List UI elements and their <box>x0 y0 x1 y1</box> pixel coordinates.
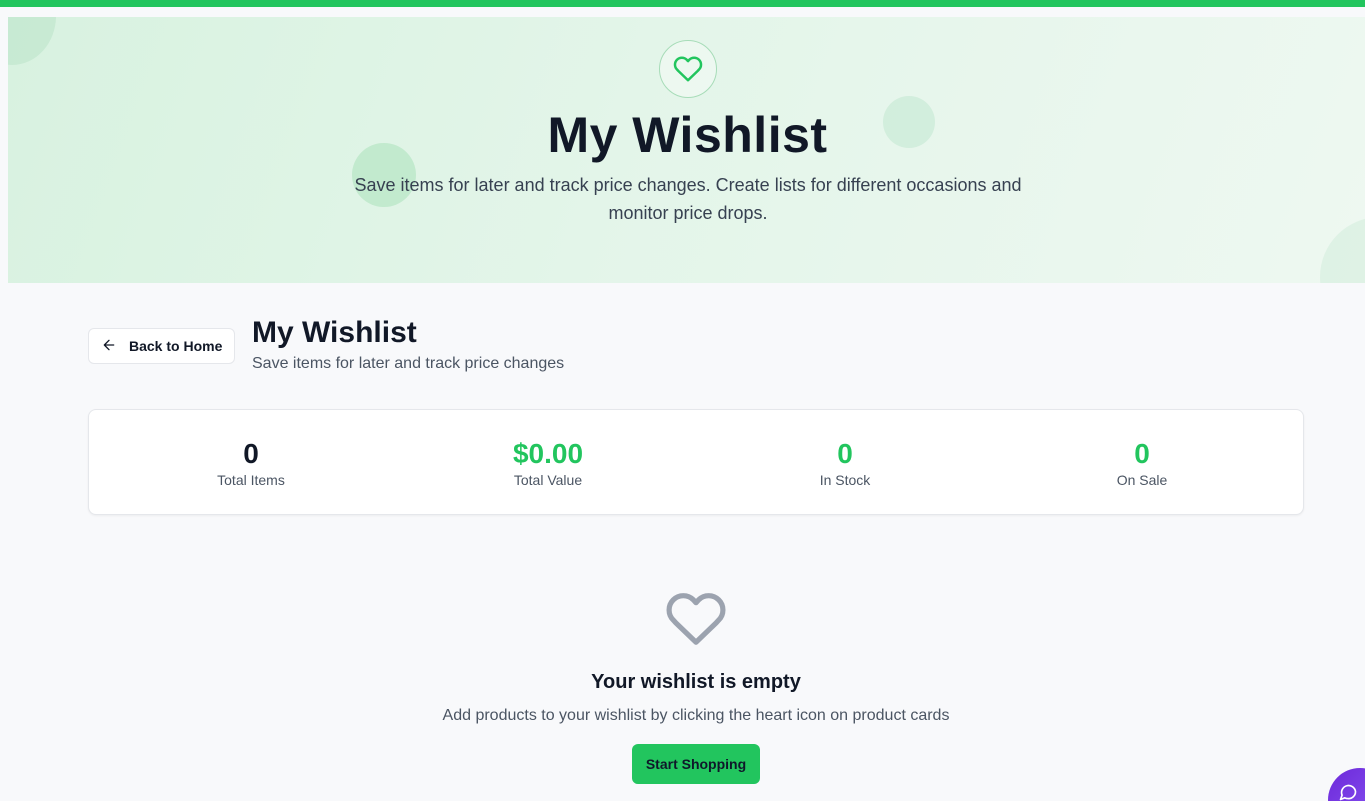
back-to-home-button[interactable]: Back to Home <box>88 328 235 364</box>
stat-value: 0 <box>243 438 259 469</box>
back-to-home-label: Back to Home <box>129 338 223 354</box>
page-title: My Wishlist <box>252 316 417 349</box>
page-subtitle: Save items for later and track price cha… <box>252 355 565 372</box>
arrow-left-icon <box>101 337 117 356</box>
stat-value: $0.00 <box>512 438 584 469</box>
empty-state-message: Add products to your wishlist by clickin… <box>442 707 950 724</box>
hero-title: My Wishlist <box>547 107 828 163</box>
stats-card: 0 Total Items $0.00 Total Value 0 In Sto… <box>88 409 1304 515</box>
stat-total-items: 0 Total Items <box>151 438 351 488</box>
decorative-bubble <box>8 17 56 65</box>
stat-total-value: $0.00 Total Value <box>448 438 648 488</box>
stat-label: On Sale <box>1116 472 1168 488</box>
hero-subtitle: Save items for later and track price cha… <box>354 175 1022 223</box>
stat-value: 0 <box>1134 438 1150 469</box>
stat-label: Total Items <box>217 472 285 488</box>
stat-on-sale: 0 On Sale <box>1042 438 1242 488</box>
stat-in-stock: 0 In Stock <box>745 438 945 488</box>
stat-label: Total Value <box>513 472 583 488</box>
decorative-bubble <box>1320 217 1365 283</box>
top-accent-bar <box>0 0 1365 7</box>
stat-label: In Stock <box>819 472 871 488</box>
heart-outline-icon <box>665 590 727 653</box>
empty-state-title: Your wishlist is empty <box>591 671 801 693</box>
heart-icon <box>659 40 717 98</box>
chat-icon <box>1339 784 1357 801</box>
start-shopping-button[interactable]: Start Shopping <box>632 744 760 784</box>
chat-button[interactable] <box>1328 768 1365 801</box>
stat-value: 0 <box>837 438 853 469</box>
